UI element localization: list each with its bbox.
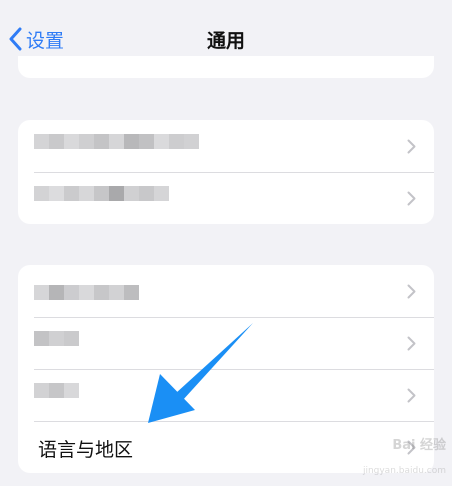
watermark: Bai 经验 jingyan.baidu.com	[346, 430, 446, 482]
blurred-label	[34, 186, 169, 201]
page-title: 通用	[206, 30, 245, 52]
watermark-text: Bai 经验	[392, 438, 446, 453]
blurred-label	[34, 383, 79, 398]
arrow-icon	[148, 323, 253, 423]
settings-group-1	[18, 120, 434, 224]
blurred-label	[34, 285, 139, 300]
list-item[interactable]	[18, 172, 434, 224]
blurred-label	[34, 331, 79, 346]
watermark-url: jingyan.baidu.com	[362, 466, 446, 476]
chevron-right-icon	[407, 284, 416, 299]
settings-group-top	[18, 56, 434, 78]
chevron-right-icon	[407, 139, 416, 154]
language-region-label: 语言与地区	[38, 439, 134, 461]
chevron-right-icon	[407, 336, 416, 351]
list-item[interactable]	[18, 265, 434, 317]
blurred-label	[34, 134, 199, 149]
chevron-right-icon	[407, 388, 416, 403]
list-item[interactable]	[18, 120, 434, 172]
chevron-right-icon	[407, 191, 416, 206]
